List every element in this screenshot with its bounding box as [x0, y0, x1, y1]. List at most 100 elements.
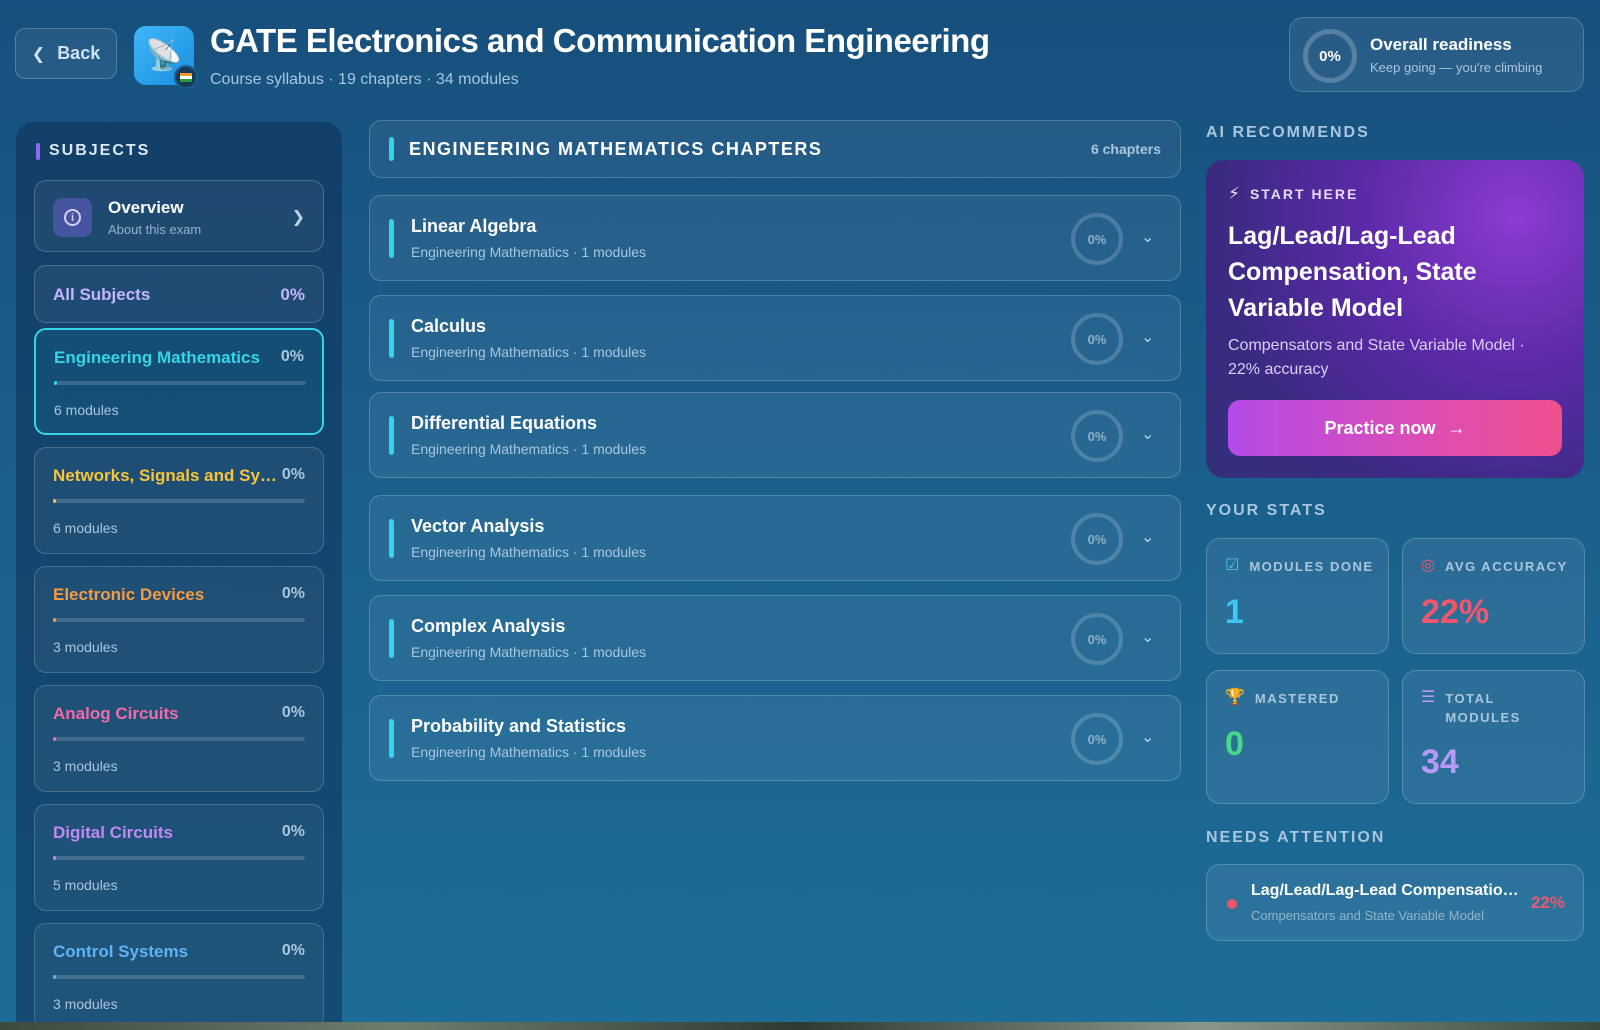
recommendation-title: Lag/Lead/Lag-Lead Compensation, State Va… [1228, 222, 1477, 322]
readiness-ring: 0% [1303, 29, 1357, 83]
stat-label: MASTERED [1254, 691, 1340, 706]
chapter-progress-ring: 0% [1071, 613, 1123, 665]
status-dot [1227, 899, 1237, 909]
subject-progress-fill [54, 381, 57, 385]
stat-avg-accuracy: ◎ AVG ACCURACY 22% [1402, 538, 1585, 654]
chapter-row[interactable]: Probability and Statistics Engineering M… [369, 695, 1181, 781]
subject-percent: 0% [281, 704, 305, 721]
stat-label: TOTAL MODULES [1445, 691, 1521, 725]
chapter-progress-ring: 0% [1071, 410, 1123, 462]
subject-card[interactable]: Digital Circuits 0% 5 modules [34, 804, 324, 911]
overview-subtitle: About this exam [108, 222, 202, 237]
chevron-down-icon[interactable]: ⌄ [1141, 227, 1154, 247]
readiness-subtitle: Keep going — you're climbing [1370, 60, 1543, 75]
layers-icon: ☰ [1421, 689, 1436, 706]
chapter-title: Probability and Statistics [411, 716, 627, 736]
subject-percent: 0% [281, 823, 305, 840]
subject-card[interactable]: Analog Circuits 0% 3 modules [34, 685, 324, 792]
chapter-subtitle: Engineering Mathematics · 1 modules [411, 344, 647, 360]
subject-card[interactable]: Networks, Signals and Systems 0% 6 modul… [34, 447, 324, 554]
subject-percent: 0% [281, 942, 305, 959]
chapters-header: ENGINEERING MATHEMATICS CHAPTERS 6 chapt… [369, 120, 1181, 178]
practice-now-button[interactable]: Practice now → [1228, 400, 1562, 456]
accent-bar [389, 719, 394, 758]
accent-bar [389, 416, 394, 455]
stat-value: 22% [1421, 593, 1490, 631]
stat-value: 34 [1421, 743, 1459, 781]
subject-progress-track [53, 856, 305, 860]
ai-recommends-heading: AI RECOMMENDS [1206, 124, 1370, 141]
chapter-row[interactable]: Linear Algebra Engineering Mathematics ·… [369, 195, 1181, 281]
chapter-title: Linear Algebra [411, 216, 537, 236]
your-stats-heading: YOUR STATS [1206, 502, 1327, 519]
subject-progress-track [53, 737, 305, 741]
subject-modules: 6 modules [53, 520, 118, 536]
subject-card[interactable]: Engineering Mathematics 0% 6 modules [34, 328, 324, 435]
page-subtitle: Course syllabus · 19 chapters · 34 modul… [210, 71, 519, 88]
recommendation-description: Compensators and State Variable Model · … [1228, 337, 1525, 378]
attention-title: Lag/Lead/Lag-Lead Compensation, State Va… [1251, 882, 1521, 899]
all-subjects-item[interactable]: All Subjects 0% [34, 265, 324, 323]
attention-percent: 22% [1530, 893, 1565, 912]
satellite-dish-icon: 📡 [134, 26, 198, 89]
arrow-right-icon: → [1447, 417, 1466, 438]
subject-progress-track [53, 618, 305, 622]
overview-item[interactable]: i Overview About this exam ❯ [34, 180, 324, 252]
all-subjects-label: All Subjects [53, 285, 151, 304]
stat-value: 0 [1225, 725, 1244, 763]
subject-card[interactable]: Electronic Devices 0% 3 modules [34, 566, 324, 673]
chapter-progress-ring: 0% [1071, 713, 1123, 765]
chevron-down-icon[interactable]: ⌄ [1141, 424, 1154, 444]
subject-progress-track [54, 381, 306, 385]
chevron-down-icon[interactable]: ⌄ [1141, 327, 1154, 347]
chapter-progress-ring: 0% [1071, 313, 1123, 365]
chapter-subtitle: Engineering Mathematics · 1 modules [411, 544, 647, 560]
back-button[interactable]: ❮ Back [15, 28, 117, 79]
subject-progress-fill [53, 499, 56, 503]
chevron-down-icon[interactable]: ⌄ [1141, 727, 1154, 747]
subject-card[interactable]: Control Systems 0% 3 modules [34, 923, 324, 1030]
stat-total-modules: ☰ TOTAL MODULES 34 [1402, 670, 1585, 804]
chapter-progress-ring: 0% [1071, 513, 1123, 565]
subject-modules: 3 modules [53, 639, 118, 655]
subject-modules: 5 modules [53, 877, 118, 893]
all-subjects-percent: 0% [280, 285, 305, 304]
stat-label: AVG ACCURACY [1444, 559, 1568, 574]
chapter-title: Calculus [411, 316, 487, 336]
accent-bar [389, 137, 394, 161]
subject-percent: 0% [281, 585, 305, 602]
chapter-subtitle: Engineering Mathematics · 1 modules [411, 744, 647, 760]
chapter-row[interactable]: Vector Analysis Engineering Mathematics … [369, 495, 1181, 581]
chapters-heading: ENGINEERING MATHEMATICS CHAPTERS [409, 139, 823, 159]
chapter-subtitle: Engineering Mathematics · 1 modules [411, 441, 647, 457]
chevron-down-icon[interactable]: ⌄ [1141, 627, 1154, 647]
page-title: GATE Electronics and Communication Engin… [210, 22, 990, 59]
subject-progress-fill [53, 737, 56, 741]
chapter-subtitle: Engineering Mathematics · 1 modules [411, 644, 647, 660]
chevron-down-icon[interactable]: ⌄ [1141, 527, 1154, 547]
bottom-strip [0, 1022, 1600, 1030]
subject-progress-track [53, 975, 305, 979]
subject-modules: 6 modules [54, 402, 119, 418]
trophy-icon: 🏆 [1225, 689, 1245, 706]
subject-percent: 0% [281, 466, 305, 483]
start-here-label: START HERE [1249, 186, 1359, 202]
chapter-title: Vector Analysis [411, 516, 545, 536]
chapter-row[interactable]: Complex Analysis Engineering Mathematics… [369, 595, 1181, 681]
overall-readiness: 0% Overall readiness Keep going — you're… [1289, 17, 1584, 92]
subject-modules: 3 modules [53, 996, 118, 1012]
chapter-row[interactable]: Differential Equations Engineering Mathe… [369, 392, 1181, 478]
checkbox-icon: ☑ [1225, 557, 1240, 574]
accent-bar [389, 319, 394, 358]
subject-progress-fill [53, 856, 56, 860]
attention-item[interactable]: Lag/Lead/Lag-Lead Compensation, State Va… [1206, 864, 1584, 941]
subject-name: Control Systems [53, 942, 189, 961]
stat-value: 1 [1225, 593, 1244, 631]
chapter-row[interactable]: Calculus Engineering Mathematics · 1 mod… [369, 295, 1181, 381]
india-flag-icon [174, 65, 198, 89]
chapters-count: 6 chapters [1090, 141, 1161, 157]
chevron-left-icon: ❮ [31, 45, 46, 63]
subject-progress-track [53, 499, 305, 503]
info-icon: i [53, 198, 92, 237]
subject-name: Networks, Signals and Systems [53, 466, 279, 485]
